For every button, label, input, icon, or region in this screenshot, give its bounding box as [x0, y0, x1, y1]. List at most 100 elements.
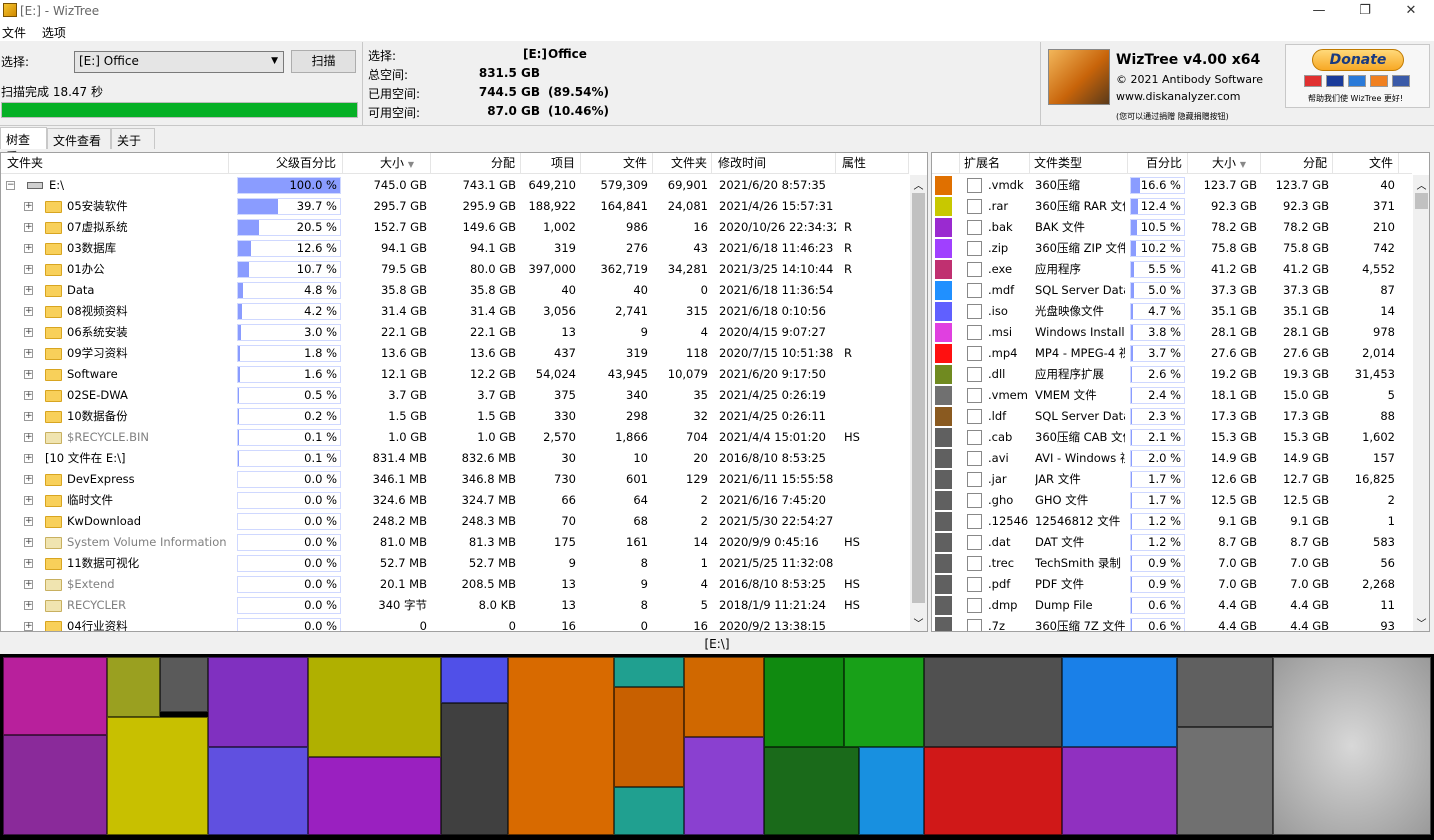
treemap-block[interactable]: [1062, 657, 1177, 747]
donate-button[interactable]: Donate: [1312, 49, 1404, 71]
ext-row[interactable]: .trec TechSmith 录制 0.9 % 7.0 GB 7.0 GB 56: [932, 553, 1412, 574]
treemap-block[interactable]: [1177, 657, 1273, 727]
treemap-block[interactable]: [107, 717, 208, 835]
ext-row[interactable]: .mdf SQL Server Database 5.0 % 37.3 GB 37.3 …: [932, 280, 1412, 301]
ext-row[interactable]: .dat DAT 文件 1.2 % 8.7 GB 8.7 GB 583: [932, 532, 1412, 553]
treemap-block[interactable]: [924, 657, 1062, 747]
color-swatch[interactable]: [935, 428, 952, 447]
treemap-block[interactable]: [764, 657, 844, 747]
treemap-block[interactable]: [614, 787, 684, 835]
color-swatch[interactable]: [935, 197, 952, 216]
expand-icon[interactable]: +: [24, 307, 33, 316]
ext-row[interactable]: .avi AVI - Windows 视频 2.0 % 14.9 GB 14.9 GB 1…: [932, 448, 1412, 469]
treemap-block[interactable]: [208, 657, 308, 747]
ext-row[interactable]: .bak BAK 文件 10.5 % 78.2 GB 78.2 GB 210: [932, 217, 1412, 238]
col-percent[interactable]: 百分比: [1128, 153, 1188, 174]
color-swatch[interactable]: [935, 554, 952, 573]
ext-row[interactable]: .zip 360压缩 ZIP 文件 10.2 % 75.8 GB 75.8 GB 742: [932, 238, 1412, 259]
drive-select[interactable]: [E:] Office ▼: [74, 51, 284, 73]
col-alloc[interactable]: 分配: [431, 153, 521, 174]
ext-row[interactable]: .exe 应用程序 5.5 % 41.2 GB 41.2 GB 4,552: [932, 259, 1412, 280]
col-folder[interactable]: 文件夹: [1, 153, 229, 174]
color-swatch[interactable]: [935, 575, 952, 594]
color-swatch[interactable]: [935, 512, 952, 531]
tree-row[interactable]: +03数据库 12.6 % 94.1 GB 94.1 GB 319 276 43 2021/6…: [1, 238, 909, 259]
color-swatch[interactable]: [935, 617, 952, 631]
treemap-block[interactable]: [1062, 747, 1177, 835]
treemap-block[interactable]: [508, 657, 614, 835]
color-swatch[interactable]: [935, 470, 952, 489]
treemap-block[interactable]: [684, 657, 764, 737]
color-swatch[interactable]: [935, 218, 952, 237]
ext-row[interactable]: .ldf SQL Server Database 2.3 % 17.3 GB 17.3 …: [932, 406, 1412, 427]
menu-file[interactable]: 文件: [0, 22, 26, 41]
ext-row[interactable]: .iso 光盘映像文件 4.7 % 35.1 GB 35.1 GB 14: [932, 301, 1412, 322]
col-folders[interactable]: 文件夹: [653, 153, 712, 174]
expand-icon[interactable]: +: [24, 454, 33, 463]
folder-tree-grid[interactable]: 文件夹 父级百分比 大小 ▼ 分配 项目 文件 文件夹 修改时间 属性 − E:\…: [0, 152, 928, 632]
tree-row[interactable]: + RECYCLER 0.0 % 340 字节 8.0 KB 13 8 5 2018/1/9 1…: [1, 595, 909, 616]
ext-row[interactable]: .cab 360压缩 CAB 文件 2.1 % 15.3 GB 15.3 GB 1,602: [932, 427, 1412, 448]
treemap-block[interactable]: [208, 747, 308, 835]
tree-row[interactable]: +07虚拟系统 20.5 % 152.7 GB 149.6 GB 1,002 986 16 2…: [1, 217, 909, 238]
expand-icon[interactable]: +: [24, 496, 33, 505]
treemap-block[interactable]: [308, 657, 441, 757]
color-swatch[interactable]: [935, 323, 952, 342]
scroll-down-icon[interactable]: ﹀: [910, 615, 927, 630]
expand-icon[interactable]: +: [24, 370, 33, 379]
scan-button[interactable]: 扫描: [291, 50, 356, 73]
tree-row[interactable]: + 临时文件 0.0 % 324.6 MB 324.7 MB 66 64 2 2021/6/16…: [1, 490, 909, 511]
treemap-block[interactable]: [441, 703, 508, 835]
extension-grid[interactable]: 扩展名 文件类型 百分比 大小 ▼ 分配 文件 .vmdk 360压缩 16.6 %…: [931, 152, 1430, 632]
treemap-block[interactable]: [3, 735, 107, 835]
treemap[interactable]: [0, 654, 1434, 840]
ext-scrollbar[interactable]: ︿ ﹀: [1413, 175, 1429, 631]
expand-icon[interactable]: +: [24, 328, 33, 337]
expand-icon[interactable]: +: [24, 349, 33, 358]
col-size[interactable]: 大小 ▼: [343, 153, 431, 174]
tree-row[interactable]: + Software 1.6 % 12.1 GB 12.2 GB 54,024 43,945…: [1, 364, 909, 385]
treemap-block[interactable]: [3, 657, 107, 735]
tree-row[interactable]: +04行业资料 0.0 % 0 0 16 0 16 2020/9/2 13:38:15: [1, 616, 909, 631]
treemap-block[interactable]: [859, 747, 924, 835]
treemap-block[interactable]: [107, 657, 160, 717]
brand-url[interactable]: www.diskanalyzer.com: [1116, 90, 1241, 103]
tree-row[interactable]: +02SE-DWA 0.5 % 3.7 GB 3.7 GB 375 340 35 2021/4…: [1, 385, 909, 406]
tab-tree-view[interactable]: 树查看: [0, 127, 47, 164]
col-files[interactable]: 文件: [581, 153, 653, 174]
collapse-icon[interactable]: −: [6, 181, 15, 190]
expand-icon[interactable]: +: [24, 265, 33, 274]
tree-row[interactable]: +01办公 10.7 % 79.5 GB 80.0 GB 397,000 362,719 3…: [1, 259, 909, 280]
ext-row[interactable]: .vmem VMEM 文件 2.4 % 18.1 GB 15.0 GB 5: [932, 385, 1412, 406]
treemap-block[interactable]: [614, 687, 684, 787]
col-modified[interactable]: 修改时间: [712, 153, 836, 174]
tree-row[interactable]: + KwDownload 0.0 % 248.2 MB 248.3 MB 70 68 2 202…: [1, 511, 909, 532]
ext-row[interactable]: .rar 360压缩 RAR 文件 12.4 % 92.3 GB 92.3 GB 371: [932, 196, 1412, 217]
tab-about[interactable]: 关于: [111, 128, 155, 149]
color-swatch[interactable]: [935, 491, 952, 510]
ext-row[interactable]: .vmdk 360压缩 16.6 % 123.7 GB 123.7 GB 40: [932, 175, 1412, 196]
color-swatch[interactable]: [935, 260, 952, 279]
color-swatch[interactable]: [935, 176, 952, 195]
tree-row[interactable]: + DevExpress 0.0 % 346.1 MB 346.8 MB 730 601 12…: [1, 469, 909, 490]
tree-scrollbar[interactable]: ︿ ﹀: [910, 175, 927, 631]
expand-icon[interactable]: +: [24, 580, 33, 589]
color-swatch[interactable]: [935, 596, 952, 615]
ext-row[interactable]: .msi Windows Installer 3.8 % 28.1 GB 28.1 GB…: [932, 322, 1412, 343]
expand-icon[interactable]: +: [24, 244, 33, 253]
ext-row[interactable]: .12546 12546812 文件 1.2 % 9.1 GB 9.1 GB 1: [932, 511, 1412, 532]
tree-row[interactable]: + System Volume Information 0.0 % 81.0 MB 81…: [1, 532, 909, 553]
tree-row[interactable]: + [10 文件在 E:\] 0.1 % 831.4 MB 832.6 MB 30 10 20…: [1, 448, 909, 469]
treemap-block[interactable]: [308, 757, 441, 835]
expand-icon[interactable]: +: [24, 559, 33, 568]
scroll-up-icon[interactable]: ︿: [910, 177, 927, 192]
col-ext-alloc[interactable]: 分配: [1261, 153, 1333, 174]
expand-icon[interactable]: +: [24, 412, 33, 421]
tree-row[interactable]: +09学习资料 1.8 % 13.6 GB 13.6 GB 437 319 118 2020/…: [1, 343, 909, 364]
tree-row[interactable]: +10数据备份 0.2 % 1.5 GB 1.5 GB 330 298 32 2021/4/2…: [1, 406, 909, 427]
color-swatch[interactable]: [935, 302, 952, 321]
menu-options[interactable]: 选项: [40, 22, 66, 41]
ext-row[interactable]: .mp4 MP4 - MPEG-4 视频 3.7 % 27.6 GB 27.6 GB 2,…: [932, 343, 1412, 364]
ext-row[interactable]: .pdf PDF 文件 0.9 % 7.0 GB 7.0 GB 2,268: [932, 574, 1412, 595]
minimize-button[interactable]: —: [1296, 0, 1342, 22]
